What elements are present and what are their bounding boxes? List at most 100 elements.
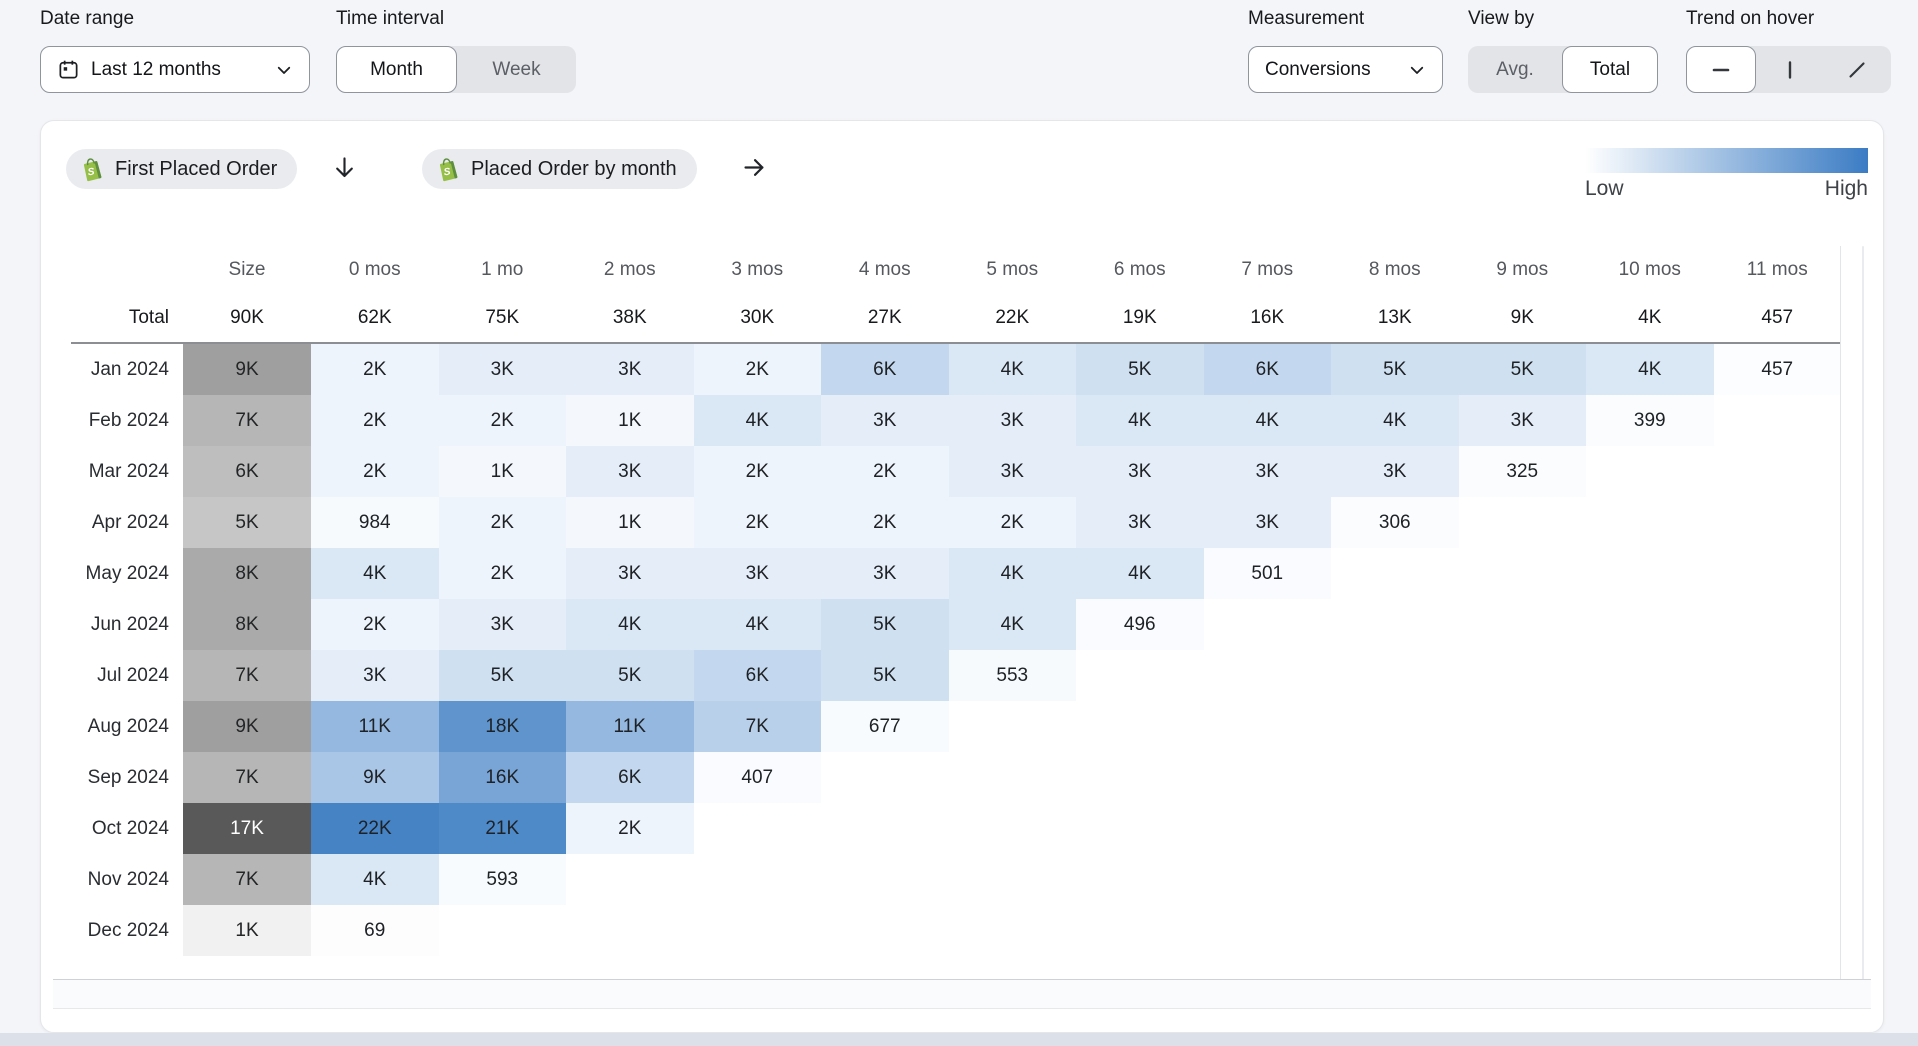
trend-option-horizontal-line[interactable] xyxy=(1686,46,1756,93)
heatmap-cell[interactable]: 5K xyxy=(821,650,949,701)
heatmap-cell[interactable]: 7K xyxy=(694,701,822,752)
heatmap-cell[interactable]: 3K xyxy=(566,446,694,497)
heatmap-cell[interactable]: 2K xyxy=(311,599,439,650)
cohort-size-cell[interactable]: 8K xyxy=(183,548,311,599)
heatmap-cell[interactable]: 2K xyxy=(694,344,822,395)
measurement-dropdown[interactable]: Conversions xyxy=(1248,46,1443,93)
heatmap-cell[interactable]: 2K xyxy=(694,446,822,497)
cohort-size-cell[interactable]: 17K xyxy=(183,803,311,854)
heatmap-cell[interactable]: 4K xyxy=(949,599,1077,650)
heatmap-cell[interactable]: 21K xyxy=(439,803,567,854)
heatmap-cell[interactable]: 3K xyxy=(1459,395,1587,446)
heatmap-cell[interactable]: 2K xyxy=(311,395,439,446)
heatmap-cell[interactable]: 2K xyxy=(439,395,567,446)
heatmap-cell[interactable]: 2K xyxy=(566,803,694,854)
trend-option-diagonal-line[interactable] xyxy=(1823,46,1891,93)
heatmap-cell[interactable]: 2K xyxy=(821,497,949,548)
heatmap-cell[interactable]: 4K xyxy=(1076,548,1204,599)
heatmap-cell[interactable]: 407 xyxy=(694,752,822,803)
view-by-option-avg[interactable]: Avg. xyxy=(1468,46,1562,93)
heatmap-cell[interactable]: 18K xyxy=(439,701,567,752)
heatmap-cell[interactable]: 5K xyxy=(1331,344,1459,395)
heatmap-cell[interactable]: 1K xyxy=(439,446,567,497)
heatmap-cell[interactable]: 9K xyxy=(311,752,439,803)
vertical-scrollbar[interactable] xyxy=(1862,246,1864,998)
return-event-pill[interactable]: S Placed Order by month xyxy=(422,149,697,189)
heatmap-cell[interactable]: 69 xyxy=(311,905,439,956)
heatmap-cell[interactable]: 4K xyxy=(694,599,822,650)
heatmap-cell[interactable]: 3K xyxy=(694,548,822,599)
time-interval-option-week[interactable]: Week xyxy=(457,46,576,93)
heatmap-cell[interactable]: 6K xyxy=(821,344,949,395)
heatmap-cell[interactable]: 3K xyxy=(949,446,1077,497)
cohort-size-cell[interactable]: 7K xyxy=(183,752,311,803)
heatmap-cell[interactable]: 2K xyxy=(821,446,949,497)
heatmap-cell[interactable]: 4K xyxy=(566,599,694,650)
heatmap-cell[interactable]: 3K xyxy=(566,548,694,599)
heatmap-cell[interactable]: 3K xyxy=(949,395,1077,446)
cohort-size-cell[interactable]: 9K xyxy=(183,701,311,752)
heatmap-cell[interactable]: 4K xyxy=(311,548,439,599)
heatmap-cell[interactable]: 457 xyxy=(1714,344,1842,395)
heatmap-cell[interactable]: 3K xyxy=(821,548,949,599)
heatmap-cell[interactable]: 3K xyxy=(311,650,439,701)
cohort-size-cell[interactable]: 6K xyxy=(183,446,311,497)
heatmap-cell[interactable]: 5K xyxy=(1076,344,1204,395)
heatmap-cell[interactable]: 2K xyxy=(439,497,567,548)
heatmap-cell[interactable]: 1K xyxy=(566,395,694,446)
heatmap-cell[interactable]: 3K xyxy=(1076,446,1204,497)
heatmap-cell[interactable]: 677 xyxy=(821,701,949,752)
time-interval-option-month[interactable]: Month xyxy=(336,46,457,93)
heatmap-cell[interactable]: 3K xyxy=(439,344,567,395)
heatmap-cell[interactable]: 553 xyxy=(949,650,1077,701)
cohort-size-cell[interactable]: 7K xyxy=(183,854,311,905)
heatmap-cell[interactable]: 4K xyxy=(949,344,1077,395)
heatmap-cell[interactable]: 306 xyxy=(1331,497,1459,548)
heatmap-cell[interactable]: 3K xyxy=(821,395,949,446)
heatmap-cell[interactable]: 5K xyxy=(439,650,567,701)
heatmap-cell[interactable]: 2K xyxy=(694,497,822,548)
heatmap-cell[interactable]: 5K xyxy=(1459,344,1587,395)
heatmap-cell[interactable]: 3K xyxy=(566,344,694,395)
heatmap-cell[interactable]: 3K xyxy=(1204,446,1332,497)
heatmap-cell[interactable]: 4K xyxy=(1204,395,1332,446)
cohort-size-cell[interactable]: 7K xyxy=(183,650,311,701)
heatmap-cell[interactable]: 4K xyxy=(311,854,439,905)
heatmap-cell[interactable]: 11K xyxy=(311,701,439,752)
heatmap-cell[interactable]: 984 xyxy=(311,497,439,548)
heatmap-cell[interactable]: 2K xyxy=(949,497,1077,548)
heatmap-cell[interactable]: 3K xyxy=(1204,497,1332,548)
heatmap-cell[interactable]: 4K xyxy=(949,548,1077,599)
heatmap-cell[interactable]: 399 xyxy=(1586,395,1714,446)
heatmap-cell[interactable]: 2K xyxy=(439,548,567,599)
cohort-size-cell[interactable]: 1K xyxy=(183,905,311,956)
heatmap-cell[interactable]: 4K xyxy=(1076,395,1204,446)
heatmap-cell[interactable]: 4K xyxy=(1331,395,1459,446)
heatmap-cell[interactable]: 11K xyxy=(566,701,694,752)
heatmap-cell[interactable]: 16K xyxy=(439,752,567,803)
view-by-option-total[interactable]: Total xyxy=(1562,46,1658,93)
date-range-dropdown[interactable]: Last 12 months xyxy=(40,46,310,93)
trend-option-vertical-line[interactable] xyxy=(1756,46,1824,93)
heatmap-cell[interactable]: 22K xyxy=(311,803,439,854)
cohort-size-cell[interactable]: 9K xyxy=(183,344,311,395)
heatmap-cell[interactable]: 6K xyxy=(694,650,822,701)
heatmap-cell[interactable]: 5K xyxy=(566,650,694,701)
heatmap-cell[interactable]: 6K xyxy=(1204,344,1332,395)
cohort-size-cell[interactable]: 7K xyxy=(183,395,311,446)
heatmap-cell[interactable]: 3K xyxy=(1331,446,1459,497)
heatmap-cell[interactable]: 2K xyxy=(311,344,439,395)
heatmap-cell[interactable]: 501 xyxy=(1204,548,1332,599)
heatmap-cell[interactable]: 6K xyxy=(566,752,694,803)
heatmap-cell[interactable]: 4K xyxy=(694,395,822,446)
heatmap-cell[interactable]: 5K xyxy=(821,599,949,650)
cohort-size-cell[interactable]: 8K xyxy=(183,599,311,650)
heatmap-cell[interactable]: 593 xyxy=(439,854,567,905)
heatmap-cell[interactable]: 1K xyxy=(566,497,694,548)
heatmap-cell[interactable]: 496 xyxy=(1076,599,1204,650)
heatmap-cell[interactable]: 3K xyxy=(439,599,567,650)
heatmap-cell[interactable]: 325 xyxy=(1459,446,1587,497)
cohort-size-cell[interactable]: 5K xyxy=(183,497,311,548)
heatmap-cell[interactable]: 4K xyxy=(1586,344,1714,395)
heatmap-cell[interactable]: 2K xyxy=(311,446,439,497)
